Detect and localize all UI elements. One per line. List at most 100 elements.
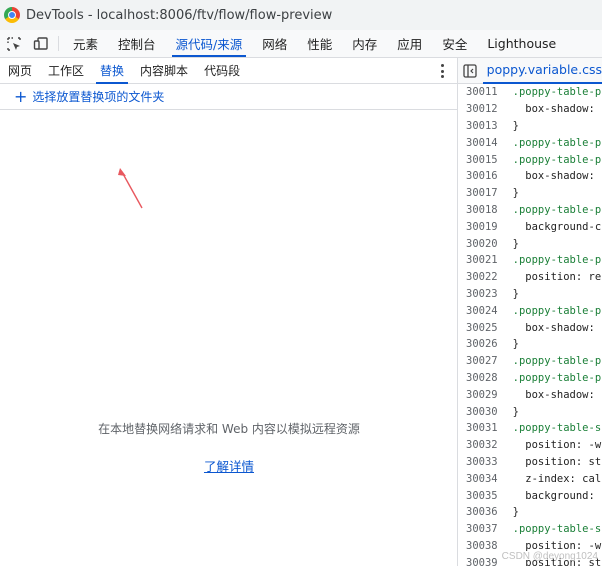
- device-toolbar-icon[interactable]: [27, 30, 54, 57]
- line-source: .poppy-table-p: [500, 371, 602, 384]
- line-number: 30039: [466, 556, 498, 566]
- learn-more-container: 了解详情: [0, 456, 458, 475]
- code-line[interactable]: 30026 }: [458, 336, 602, 353]
- watermark: CSDN @deyong1024: [501, 551, 598, 562]
- code-line[interactable]: 30016 box-shadow:: [458, 168, 602, 185]
- tab-sources[interactable]: 源代码/来源: [166, 30, 253, 57]
- line-source: background:: [500, 489, 595, 502]
- code-line[interactable]: 30023 }: [458, 286, 602, 303]
- tab-performance[interactable]: 性能: [297, 30, 342, 57]
- code-line[interactable]: 30036 }: [458, 504, 602, 521]
- line-number: 30023: [466, 287, 498, 300]
- line-number: 30031: [466, 422, 498, 435]
- learn-more-link[interactable]: 了解详情: [204, 459, 254, 474]
- line-source: box-shadow:: [500, 388, 595, 401]
- subtab-page[interactable]: 网页: [0, 58, 40, 83]
- select-overrides-folder-button[interactable]: + 选择放置替换项的文件夹: [0, 84, 457, 110]
- line-source: }: [500, 405, 519, 418]
- tab-console[interactable]: 控制台: [108, 30, 166, 57]
- editor-tab-bar: poppy.variable.css: [458, 58, 602, 84]
- line-number: 30035: [466, 489, 498, 502]
- overrides-empty-message: 在本地替换网络请求和 Web 内容以模拟远程资源: [98, 422, 360, 436]
- code-line[interactable]: 30018 .poppy-table-p: [458, 202, 602, 219]
- line-number: 30017: [466, 187, 498, 200]
- more-options-icon[interactable]: [437, 64, 447, 78]
- code-line[interactable]: 30029 box-shadow:: [458, 386, 602, 403]
- line-number: 30038: [466, 539, 498, 552]
- inspect-element-icon[interactable]: [0, 30, 27, 57]
- code-line[interactable]: 30022 position: re: [458, 269, 602, 286]
- code-line[interactable]: 30015 .poppy-table-p: [458, 151, 602, 168]
- line-number: 30028: [466, 371, 498, 384]
- subtab-content-scripts[interactable]: 内容脚本: [132, 58, 196, 83]
- window-title: DevTools - localhost:8006/ftv/flow/flow-…: [26, 7, 333, 23]
- window-titlebar: DevTools - localhost:8006/ftv/flow/flow-…: [0, 0, 602, 30]
- code-line[interactable]: 30019 background-c: [458, 218, 602, 235]
- line-source: }: [500, 338, 519, 351]
- code-line[interactable]: 30012 box-shadow:: [458, 101, 602, 118]
- line-source: }: [500, 119, 519, 132]
- line-number: 30029: [466, 388, 498, 401]
- line-source: }: [500, 506, 519, 519]
- tab-memory[interactable]: 内存: [342, 30, 387, 57]
- code-line[interactable]: 30017 }: [458, 185, 602, 202]
- line-source: position: re: [500, 271, 602, 284]
- tab-lighthouse[interactable]: Lighthouse: [477, 30, 566, 57]
- code-line[interactable]: 30033 position: st: [458, 454, 602, 471]
- line-source: .poppy-table-p: [500, 304, 602, 317]
- line-number: 30015: [466, 153, 498, 166]
- code-line[interactable]: 30021 .poppy-table-p: [458, 252, 602, 269]
- line-source: }: [500, 287, 519, 300]
- line-source: .poppy-table-p: [500, 136, 602, 149]
- line-number: 30032: [466, 439, 498, 452]
- line-number: 30019: [466, 220, 498, 233]
- line-source: position: st: [500, 455, 602, 468]
- code-line[interactable]: 30025 box-shadow:: [458, 319, 602, 336]
- line-source: box-shadow:: [500, 170, 595, 183]
- code-line[interactable]: 30013 }: [458, 118, 602, 135]
- code-line[interactable]: 30027 .poppy-table-p: [458, 353, 602, 370]
- line-number: 30037: [466, 523, 498, 536]
- code-line[interactable]: 30031 .poppy-table-s: [458, 420, 602, 437]
- tab-application[interactable]: 应用: [387, 30, 432, 57]
- annotation-arrow-icon: [118, 168, 143, 209]
- line-number: 30021: [466, 254, 498, 267]
- code-line[interactable]: 30037 .poppy-table-s: [458, 521, 602, 538]
- line-source: .poppy-table-p: [500, 153, 602, 166]
- line-source: box-shadow:: [500, 321, 595, 334]
- line-number: 30030: [466, 405, 498, 418]
- line-number: 30011: [466, 86, 498, 99]
- line-number: 30024: [466, 304, 498, 317]
- editor-file-tab[interactable]: poppy.variable.css: [482, 58, 602, 84]
- code-line[interactable]: 30014 .poppy-table-p: [458, 134, 602, 151]
- select-folder-label: 选择放置替换项的文件夹: [32, 90, 165, 104]
- code-line[interactable]: 30035 background:: [458, 487, 602, 504]
- subtab-snippets[interactable]: 代码段: [196, 58, 248, 83]
- code-lines[interactable]: 30011 .poppy-table-p 30012 box-shadow: 300…: [458, 84, 602, 566]
- line-number: 30036: [466, 506, 498, 519]
- tab-network[interactable]: 网络: [252, 30, 297, 57]
- line-number: 30020: [466, 237, 498, 250]
- line-source: .poppy-table-p: [500, 86, 602, 99]
- code-line[interactable]: 30030 }: [458, 403, 602, 420]
- toggle-navigator-icon[interactable]: [458, 58, 483, 84]
- code-line[interactable]: 30032 position: -w: [458, 437, 602, 454]
- line-number: 30013: [466, 119, 498, 132]
- tab-security[interactable]: 安全: [432, 30, 477, 57]
- tab-elements[interactable]: 元素: [63, 30, 108, 57]
- subtab-workspace[interactable]: 工作区: [40, 58, 92, 83]
- line-source: .poppy-table-s: [500, 523, 602, 536]
- line-number: 30027: [466, 355, 498, 368]
- line-source: box-shadow:: [500, 103, 595, 116]
- subtab-overrides[interactable]: 替换: [92, 58, 132, 84]
- code-line[interactable]: 30020 }: [458, 235, 602, 252]
- line-source: background-c: [500, 220, 602, 233]
- code-line[interactable]: 30024 .poppy-table-p: [458, 302, 602, 319]
- code-line[interactable]: 30011 .poppy-table-p: [458, 84, 602, 101]
- line-source: .poppy-table-p: [500, 355, 602, 368]
- code-line[interactable]: 30034 z-index: cal: [458, 470, 602, 487]
- devtools-toolbar: 元素 控制台 源代码/来源 网络 性能 内存 应用 安全 Lighthouse: [0, 30, 602, 58]
- line-number: 30012: [466, 103, 498, 116]
- code-line[interactable]: 30028 .poppy-table-p: [458, 370, 602, 387]
- line-number: 30016: [466, 170, 498, 183]
